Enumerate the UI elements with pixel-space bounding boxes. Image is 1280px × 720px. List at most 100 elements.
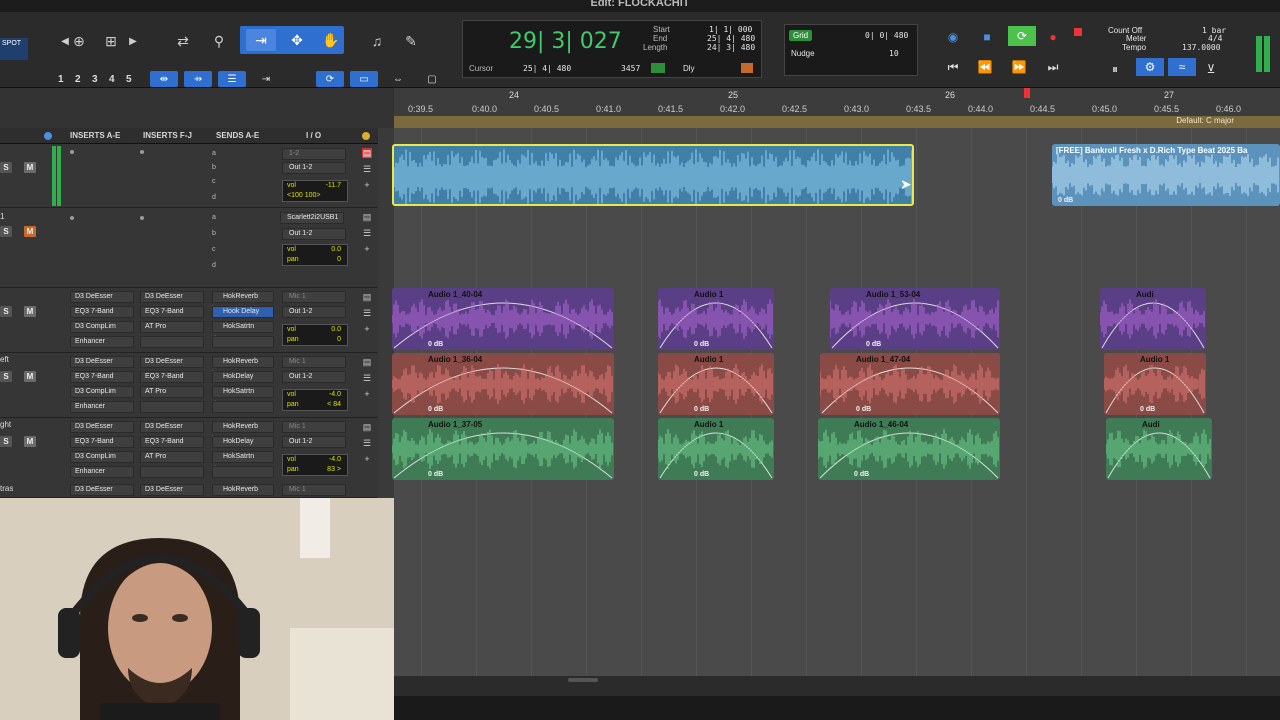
insert-slot[interactable]: D3 DeEsser [70,421,134,433]
add-icon[interactable]: + [362,180,372,190]
list-icon[interactable]: ☰ [362,308,372,318]
end-value[interactable]: 25| 4| 480 [707,34,755,43]
insert-slot[interactable]: AT Pro [140,321,204,333]
insert-slot[interactable]: D3 DeEsser [70,356,134,368]
shuffle-icon[interactable]: ⇄ [168,30,198,52]
insert-slot[interactable] [140,401,204,413]
insert-slot[interactable]: EQ3 7-Band [70,371,134,383]
zoom-preset-2[interactable]: 2 [75,74,81,85]
zoom-preset-3[interactable]: 3 [92,74,98,85]
midi-icon[interactable] [741,63,753,73]
insert-slot[interactable]: D3 DeEsser [140,421,204,433]
insert-slot[interactable]: D3 DeEsser [70,291,134,303]
volume-pan-box[interactable]: vol 0.0 pan 0 [282,244,348,266]
send-slot[interactable]: HokSatrtn [212,321,274,333]
send-slot[interactable]: HokSatrtn [212,386,274,398]
mute-button[interactable]: M [24,371,36,382]
send-slot[interactable]: HokSatrtn [212,451,274,463]
play-loop-icon[interactable]: ⟳ [1008,26,1036,46]
insert-slot[interactable]: EQ3 7-Band [140,371,204,383]
insert-slot[interactable] [140,336,204,348]
track-row-beat[interactable]: S M a b c d 1-2 Out 1-2 vol -11.7 <100 10… [0,144,378,208]
audio-clip-vocal[interactable]: Audio 1_53-04 0 dB [830,288,1000,350]
audio-clip-vocal[interactable]: Audio 1_46-04 0 dB [818,418,1000,480]
insert-slot[interactable]: D3 CompLim [70,321,134,333]
nudge-value[interactable]: 10 [889,49,899,58]
speaker-icon[interactable]: ♫ [362,30,392,52]
insert-slot[interactable] [70,216,74,220]
audio-clip-beat[interactable]: [FREE] Bankroll Fresh x D.Rich Type Beat… [1052,144,1280,206]
audio-clip-vocal[interactable]: Audi [1106,418,1212,480]
insert-slot[interactable]: EQ3 7-Band [70,306,134,318]
tab-to-transient-icon[interactable]: ⇸ [184,71,212,87]
track-row-vocal[interactable]: eftSMD3 DeEsserD3 DeEsseraHokReverbEQ3 7… [0,353,378,418]
comments-icon[interactable] [362,132,370,140]
nudge-icon[interactable] [651,63,665,73]
midi-merge-icon[interactable]: ⊻ [1200,60,1222,78]
fast-forward-icon[interactable]: ⏩ [1008,58,1030,76]
send-slot[interactable]: Hook Delay [212,306,274,318]
zoom-in-icon[interactable]: ⊕ [64,30,94,52]
track-name[interactable]: ght [0,420,11,429]
insert-slot[interactable]: D3 DeEsser [140,291,204,303]
magnifier-icon[interactable]: ⚲ [204,30,234,52]
mute-button[interactable]: M [24,162,36,173]
list-icon[interactable]: ☰ [362,373,372,383]
audio-clip-vocal[interactable]: Audio 1 0 dB [658,288,774,350]
insert-slot[interactable]: EQ3 7-Band [140,306,204,318]
track-name[interactable]: 1 [0,212,4,221]
tempo-value[interactable]: 137.0000 [1182,43,1221,52]
send-slot[interactable]: HokReverb [212,356,274,368]
key-ruler[interactable]: Default: C major [394,116,1280,128]
trim-tool-icon[interactable]: ⇥ [246,29,276,51]
input-selector[interactable]: 1-2 [282,148,346,160]
mute-button[interactable]: M [24,226,36,237]
output-selector[interactable]: Out 1-2 [282,228,346,240]
zoom-preset-5[interactable]: 5 [126,74,132,85]
display-icon[interactable]: ▢ [418,71,446,87]
track-row-extras[interactable]: tras D3 DeEsser D3 DeEsser HokReverb Mic… [0,482,378,498]
layer-icon[interactable]: ⇔ [384,71,412,87]
grid-toggle[interactable]: Grid [789,30,813,41]
input-selector[interactable]: Mic 1 [282,484,346,496]
edit-window-tracks[interactable]: ➤ [FREE] Bankroll Fresh x D.Rich Type Be… [392,128,1280,676]
playhead-marker[interactable] [1024,88,1030,98]
send-slot[interactable] [212,466,274,478]
insert-slot[interactable] [140,216,144,220]
audio-clip-vocal[interactable]: Audio 1_37-05 0 dB [392,418,614,480]
selector-tool-icon[interactable]: ✥ [282,29,312,51]
send-slot[interactable]: HokDelay [212,436,274,448]
track-row-1[interactable]: 1 S M a b c d Scarlett2i2USB1 Out 1-2 vo… [0,208,378,288]
volume-pan-box[interactable]: vol 0.0 pan 0 [282,324,348,346]
comment-icon[interactable]: ▤ [362,292,372,302]
input-selector[interactable]: Mic 1 [282,421,346,433]
insertion-follows-icon[interactable]: ⇥ [252,71,280,87]
loop-icon[interactable]: ◉ [942,28,964,46]
comment-icon[interactable]: ▤ [362,212,372,222]
audio-clip-vocal[interactable]: Audi [1100,288,1206,350]
solo-button[interactable]: S [0,226,12,237]
solo-button[interactable]: S [0,162,12,173]
list-icon[interactable]: ☰ [362,438,372,448]
pause-icon[interactable]: ⏸ [1104,60,1126,78]
insert-slot[interactable]: D3 DeEsser [140,356,204,368]
insert-slot[interactable] [70,150,74,154]
audio-clip-vocal[interactable]: Audio 1 0 dB [1104,353,1206,415]
insert-slot[interactable]: Enhancer [70,401,134,413]
solo-button[interactable]: S [0,436,12,447]
insert-slot[interactable]: EQ3 7-Band [70,436,134,448]
grabber-hand-icon[interactable]: ✋ [316,29,346,51]
mute-button[interactable]: M [24,306,36,317]
insert-slot[interactable]: Enhancer [70,336,134,348]
track-name[interactable]: tras [0,484,13,493]
rewind-icon[interactable]: ⏪ [974,58,996,76]
solo-button[interactable]: S [0,371,12,382]
record-icon[interactable]: ● [1042,28,1064,46]
return-to-zero-icon[interactable]: ⏮ [942,58,964,76]
output-selector[interactable]: Out 1-2 [282,436,346,448]
list-icon[interactable]: ☰ [362,228,372,238]
link-timeline-icon[interactable]: ⇹ [150,71,178,87]
send-slot[interactable]: HokReverb [212,484,274,496]
list-icon[interactable]: ☰ [362,164,372,174]
send-slot[interactable]: HokReverb [212,291,274,303]
